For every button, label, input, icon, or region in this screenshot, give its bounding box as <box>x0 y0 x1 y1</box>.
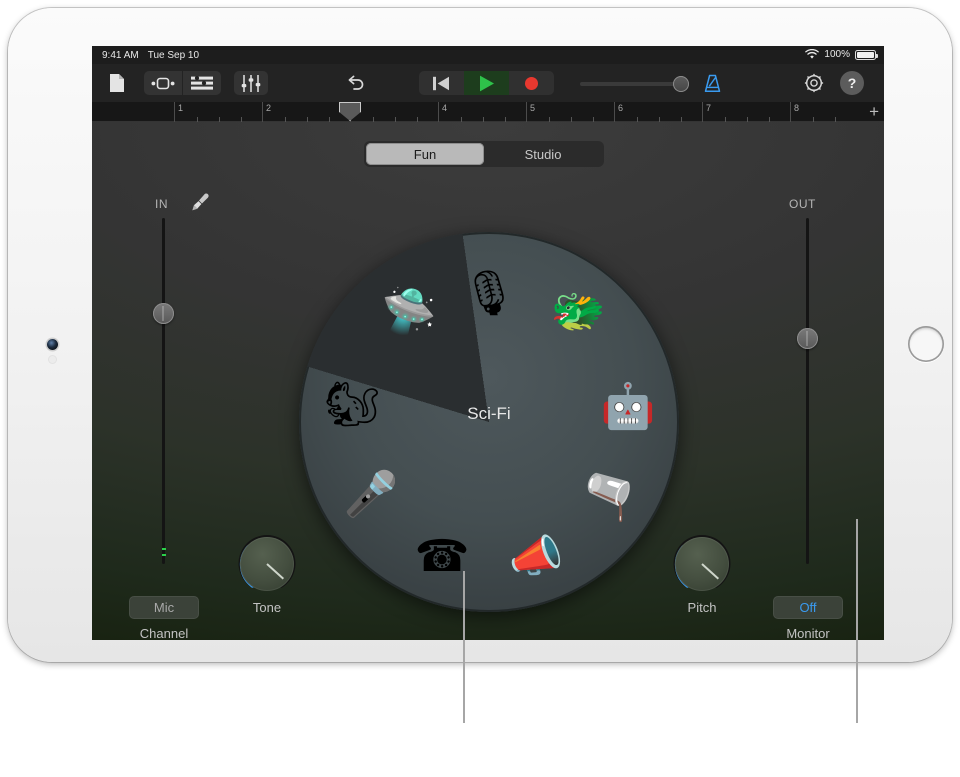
effect-studio-mic-icon[interactable]: 🎙 <box>458 263 520 325</box>
transport-controls <box>419 71 554 95</box>
ruler-bar: 1 <box>174 102 262 122</box>
ruler-bar: 4 <box>438 102 526 122</box>
effect-handheld-mic-icon[interactable]: 🎤 <box>340 464 402 526</box>
channel-button[interactable]: Mic <box>129 596 199 619</box>
category-segmented-control[interactable]: Fun Studio <box>364 141 604 167</box>
effect-squirrel-icon[interactable]: 🐿 <box>321 374 383 436</box>
callout-leader-wheel <box>463 571 465 723</box>
effect-monster-icon[interactable]: 🐲 <box>547 281 609 343</box>
battery-icon <box>855 50 876 60</box>
tone-knob[interactable] <box>240 537 294 591</box>
ruler-bar: 5 <box>526 102 614 122</box>
undo-button[interactable] <box>342 71 370 95</box>
help-label: ? <box>848 75 857 91</box>
effect-bubbles-icon[interactable]: 🫗 <box>578 467 640 529</box>
ruler-bar: 7 <box>702 102 790 122</box>
output-volume-fader[interactable] <box>806 218 809 564</box>
loop-browser-button[interactable] <box>144 71 182 95</box>
pitch-label: Pitch <box>657 600 747 615</box>
input-level-meter <box>162 548 166 550</box>
document-icon <box>109 73 125 93</box>
gear-icon <box>804 73 824 93</box>
metronome-button[interactable] <box>698 71 726 95</box>
play-icon <box>479 75 495 92</box>
effects-wheel[interactable]: Sci-Fi 🛸 🎙 🐲 🤖 🫗 📣 ☎ 🎤 🐿 <box>299 232 679 612</box>
volume-thumb[interactable] <box>673 76 689 92</box>
output-label: OUT <box>789 197 816 211</box>
tab-fun[interactable]: Fun <box>366 143 484 165</box>
main-toolbar: ? <box>92 64 884 102</box>
rewind-icon <box>433 76 450 91</box>
effect-stage: Fun Studio IN OUT <box>92 122 884 640</box>
channel-label: Channel <box>109 626 219 640</box>
record-button[interactable] <box>509 71 554 95</box>
mixer-faders-icon <box>241 75 261 92</box>
rewind-button[interactable] <box>419 71 464 95</box>
effect-megaphone-icon[interactable]: 📣 <box>505 526 567 588</box>
input-volume-fader[interactable] <box>162 218 165 564</box>
tone-knob-pointer <box>266 563 284 579</box>
timeline-ruler[interactable]: 1 2 3 4 5 6 7 8 + <box>92 102 884 122</box>
ipad-screen: 9:41 AM Tue Sep 10 100% <box>92 46 884 640</box>
ipad-device-frame: 9:41 AM Tue Sep 10 100% <box>8 8 952 662</box>
undo-arrow-icon <box>346 75 366 91</box>
input-fader-thumb[interactable] <box>153 303 174 324</box>
add-track-button[interactable]: + <box>869 104 879 119</box>
play-button[interactable] <box>464 71 509 95</box>
track-view-icon <box>191 76 213 90</box>
ruler-bar: 6 <box>614 102 702 122</box>
output-fader-thumb[interactable] <box>797 328 818 349</box>
ruler-bar: 8 <box>790 102 854 122</box>
input-label: IN <box>155 197 168 211</box>
tab-studio[interactable]: Studio <box>484 143 602 165</box>
status-bar: 9:41 AM Tue Sep 10 100% <box>92 46 884 64</box>
pitch-knob-pointer <box>701 563 719 579</box>
input-level-meter <box>162 554 166 556</box>
cable-plug-icon <box>191 192 211 212</box>
volume-track <box>580 82 685 86</box>
record-icon <box>525 77 538 90</box>
front-camera-icon <box>47 339 58 350</box>
tone-knob-body[interactable] <box>240 537 294 591</box>
battery-percent-label: 100% <box>824 49 850 60</box>
monitor-label: Monitor <box>753 626 863 640</box>
metronome-icon <box>703 74 722 93</box>
master-volume-slider[interactable] <box>580 82 685 86</box>
monitor-button[interactable]: Off <box>773 596 843 619</box>
status-bar-time: 9:41 AM <box>102 50 139 61</box>
status-bar-date: Tue Sep 10 <box>148 50 199 61</box>
wifi-icon <box>805 49 819 60</box>
effect-ufo-icon[interactable]: 🛸 <box>378 281 440 343</box>
settings-button[interactable] <box>800 71 828 95</box>
tone-label: Tone <box>222 600 312 615</box>
mixer-button[interactable] <box>234 71 268 95</box>
ruler-bar: 2 <box>262 102 350 122</box>
screenshot-root: 9:41 AM Tue Sep 10 100% <box>0 0 960 777</box>
help-button[interactable]: ? <box>840 71 864 95</box>
callout-leader-monitor <box>856 519 858 723</box>
loop-browser-icon <box>151 77 175 90</box>
pitch-knob-body[interactable] <box>675 537 729 591</box>
track-view-button[interactable] <box>183 71 221 95</box>
effect-robot-icon[interactable]: 🤖 <box>597 376 659 438</box>
pitch-knob[interactable] <box>675 537 729 591</box>
home-button[interactable] <box>908 326 944 362</box>
ruler-lane[interactable]: 1 2 3 4 5 6 7 8 <box>174 102 854 122</box>
my-songs-button[interactable] <box>104 71 130 95</box>
ruler-bar: 3 <box>350 102 438 122</box>
ambient-light-sensor-icon <box>49 356 56 363</box>
